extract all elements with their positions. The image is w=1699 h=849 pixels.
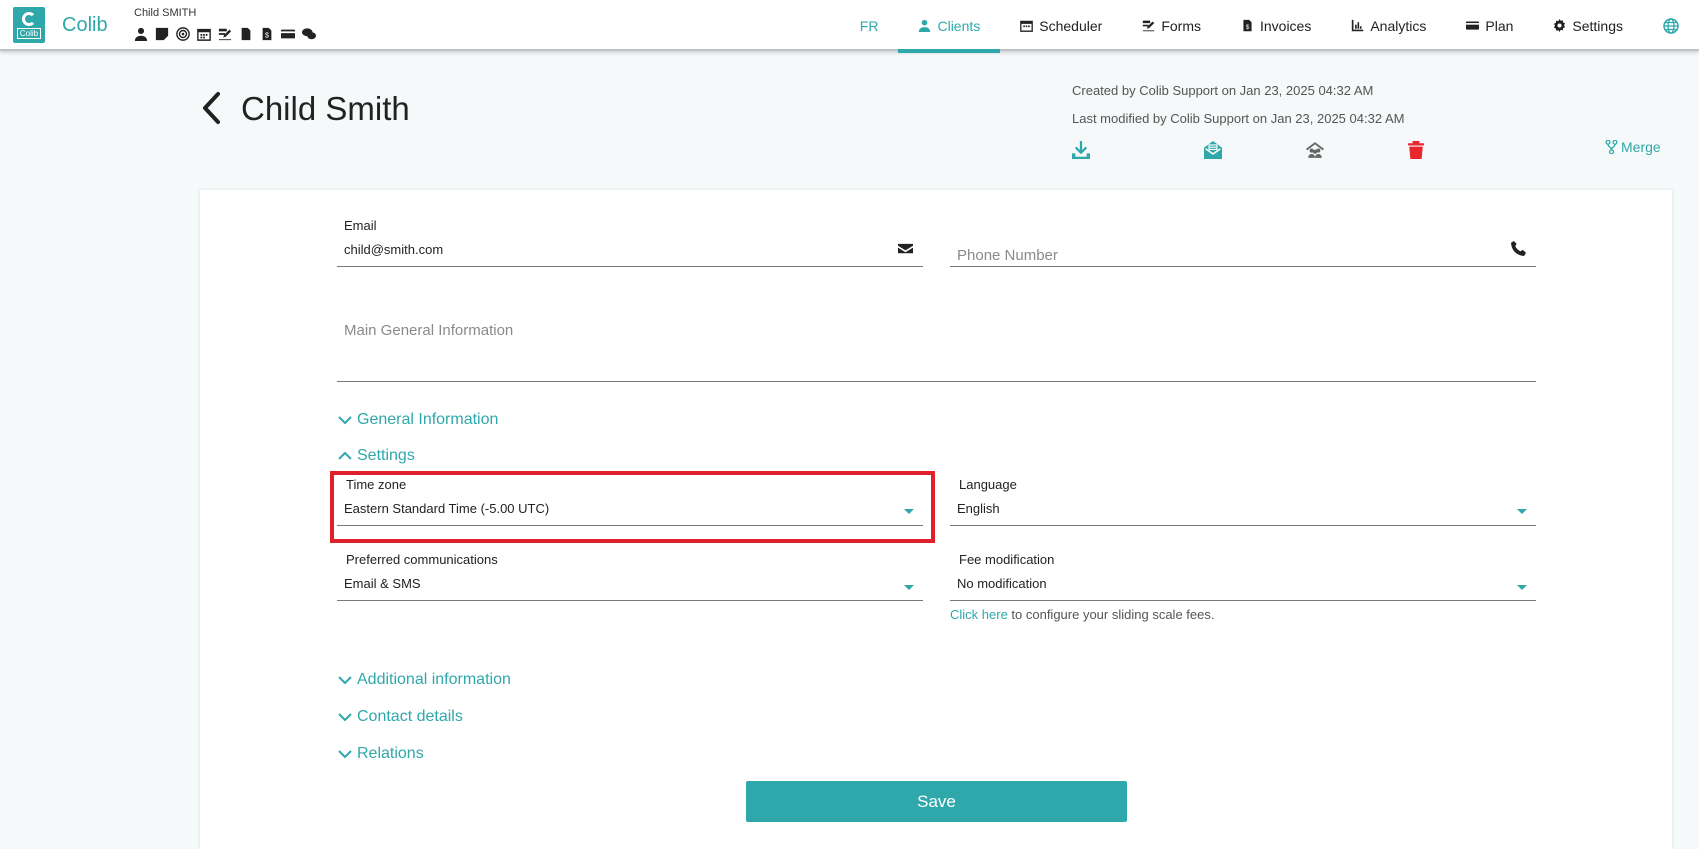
nav-clients[interactable]: Clients <box>898 0 1001 53</box>
phone-number-field[interactable]: Phone Number <box>950 215 1536 267</box>
credit-card-icon[interactable] <box>281 27 295 41</box>
merge-icon <box>1605 140 1618 154</box>
logo-c-mark <box>22 11 36 26</box>
chevron-down-icon <box>338 750 352 759</box>
signature-icon[interactable] <box>218 27 232 41</box>
language-label: Language <box>959 477 1017 492</box>
email-value[interactable]: child@smith.com <box>344 242 443 257</box>
main-general-information-field[interactable]: Main General Information <box>337 318 1536 382</box>
merge-label: Merge <box>1621 139 1661 155</box>
user-icon <box>919 19 931 32</box>
preferred-communications-select[interactable]: Preferred communications Email & SMS <box>337 551 923 601</box>
file-icon[interactable] <box>239 27 253 41</box>
email-field[interactable]: Email child@smith.com <box>337 215 923 267</box>
time-zone-highlight <box>330 471 935 543</box>
section-additional-label: Additional information <box>357 671 511 688</box>
main-nav: FR Clients Scheduler Forms $ Invoices An… <box>840 0 1699 53</box>
fee-modification-select[interactable]: Fee modification No modification <box>950 551 1536 601</box>
sliding-scale-text: to configure your sliding scale fees. <box>1007 607 1215 622</box>
sticky-note-icon[interactable] <box>155 27 169 41</box>
globe-icon <box>1663 17 1679 34</box>
phone-icon <box>1511 241 1526 256</box>
section-settings-label: Settings <box>357 447 415 464</box>
nav-forms[interactable]: Forms <box>1122 0 1221 51</box>
section-general-label: General Information <box>357 411 499 428</box>
phone-placeholder: Phone Number <box>957 247 1058 264</box>
section-general-information[interactable]: General Information <box>338 411 498 429</box>
page-title: Child Smith <box>241 90 410 127</box>
user-icon[interactable] <box>134 27 148 41</box>
nav-plan-label: Plan <box>1485 17 1514 34</box>
target-icon[interactable] <box>176 27 190 41</box>
download-icon[interactable] <box>1071 140 1091 160</box>
nav-clients-label: Clients <box>937 17 981 34</box>
logo-text: Colib <box>16 27 42 39</box>
created-info: Created by Colib Support on Jan 23, 2025… <box>1072 83 1374 98</box>
invoice-icon[interactable]: $ <box>260 27 274 41</box>
section-contact-label: Contact details <box>357 708 463 725</box>
sliding-scale-link[interactable]: Click here <box>950 607 1008 622</box>
svg-text:$: $ <box>1246 24 1250 31</box>
nav-analytics[interactable]: Analytics <box>1331 0 1446 51</box>
language-value: English <box>957 501 1000 516</box>
main-info-placeholder: Main General Information <box>344 322 514 339</box>
section-contact-details[interactable]: Contact details <box>338 708 463 726</box>
credit-card-icon <box>1466 21 1480 30</box>
fee-modification-label: Fee modification <box>959 552 1055 567</box>
nav-settings[interactable]: Settings <box>1533 0 1643 51</box>
chevron-up-icon <box>338 451 352 460</box>
chevron-down-icon <box>338 416 352 425</box>
nav-plan[interactable]: Plan <box>1446 0 1533 51</box>
nav-invoices[interactable]: $ Invoices <box>1221 0 1331 51</box>
signature-icon <box>1143 20 1155 32</box>
nav-globe[interactable] <box>1643 0 1699 51</box>
calendar-icon <box>1020 20 1034 32</box>
dropdown-caret-icon <box>904 585 914 590</box>
envelope-open-icon[interactable] <box>1203 140 1223 160</box>
merge-button[interactable]: Merge <box>1605 139 1661 155</box>
top-bar: Colib Colib Child SMITH $ FR Clients Sch… <box>0 0 1699 53</box>
sliding-scale-note: Click here to configure your sliding sca… <box>950 607 1214 622</box>
invoice-icon: $ <box>1243 19 1252 32</box>
preferred-communications-value: Email & SMS <box>344 576 421 591</box>
current-client-name: Child SMITH <box>134 7 197 19</box>
client-quick-icons: $ <box>134 27 316 41</box>
section-relations[interactable]: Relations <box>338 745 424 763</box>
nav-scheduler[interactable]: Scheduler <box>1000 0 1122 51</box>
svg-text:$: $ <box>265 33 269 40</box>
calendar-icon[interactable] <box>197 27 211 41</box>
nav-forms-label: Forms <box>1161 17 1201 34</box>
section-additional-information[interactable]: Additional information <box>338 671 511 689</box>
language-select[interactable]: Language English <box>950 476 1536 526</box>
gear-icon <box>1554 19 1566 32</box>
back-arrow-icon[interactable] <box>200 91 222 125</box>
nav-settings-label: Settings <box>1572 17 1623 34</box>
nav-invoices-label: Invoices <box>1259 17 1312 34</box>
preferred-communications-label: Preferred communications <box>346 552 498 567</box>
envelope-icon <box>898 241 913 256</box>
chart-icon <box>1352 19 1364 32</box>
trash-icon[interactable] <box>1406 140 1426 160</box>
email-label: Email <box>344 218 377 233</box>
brand-name[interactable]: Colib <box>62 14 108 37</box>
portal-users-icon[interactable] <box>1305 140 1325 160</box>
chevron-down-icon <box>338 713 352 722</box>
comments-icon[interactable] <box>302 27 316 41</box>
colib-logo[interactable]: Colib <box>13 7 45 43</box>
chevron-down-icon <box>338 676 352 685</box>
section-relations-label: Relations <box>357 745 424 762</box>
dropdown-caret-icon <box>1517 509 1527 514</box>
modified-info: Last modified by Colib Support on Jan 23… <box>1072 111 1405 126</box>
save-button[interactable]: Save <box>746 781 1127 822</box>
section-settings[interactable]: Settings <box>338 447 415 465</box>
language-toggle[interactable]: FR <box>840 0 899 51</box>
fee-modification-value: No modification <box>957 576 1047 591</box>
nav-analytics-label: Analytics <box>1370 17 1427 34</box>
nav-scheduler-label: Scheduler <box>1039 17 1103 34</box>
dropdown-caret-icon <box>1517 585 1527 590</box>
